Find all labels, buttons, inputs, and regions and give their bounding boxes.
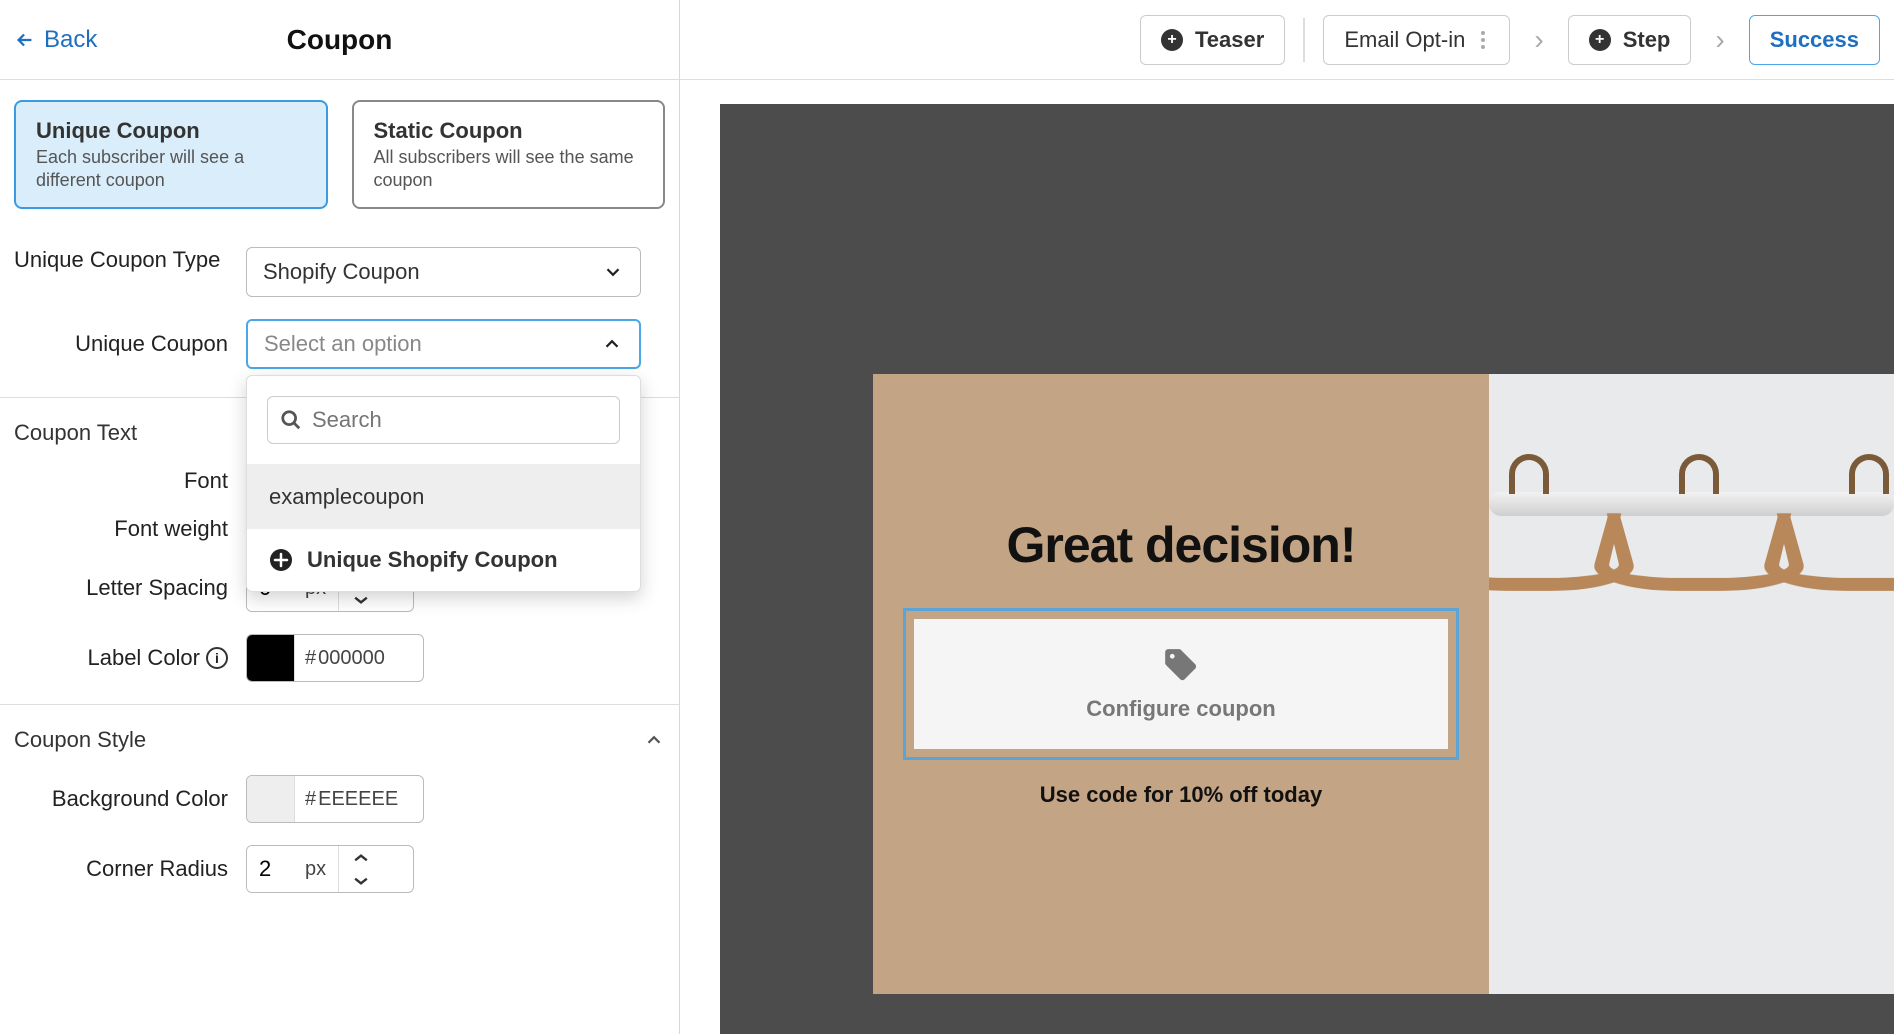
- tag-icon: [1162, 646, 1200, 684]
- label-color-input[interactable]: #000000: [246, 634, 424, 682]
- label-color-row: Label Color i #000000: [14, 634, 665, 682]
- stepper-bar: + Teaser Email Opt-in › + Step › Success: [680, 0, 1894, 80]
- corner-radius-input[interactable]: px: [246, 845, 414, 893]
- chevron-up-icon: [601, 333, 623, 355]
- unit-label: px: [299, 846, 339, 892]
- preview-image: [1489, 374, 1894, 994]
- field-label: Font weight: [14, 516, 246, 542]
- plus-circle-icon: [269, 548, 293, 572]
- step-label: Teaser: [1195, 27, 1264, 53]
- coupon-block-inner: Configure coupon: [914, 619, 1448, 749]
- unique-coupon-type-row: Unique Coupon Type Shopify Coupon: [14, 247, 665, 297]
- field-label: Label Color i: [14, 645, 246, 671]
- info-icon[interactable]: i: [206, 647, 228, 669]
- sidebar: Back Coupon Unique Coupon Each subscribe…: [0, 0, 680, 1034]
- dropdown-search[interactable]: [267, 396, 620, 444]
- back-button[interactable]: Back: [14, 26, 97, 54]
- plus-circle-icon: +: [1161, 29, 1183, 51]
- unique-coupon-card[interactable]: Unique Coupon Each subscriber will see a…: [14, 100, 328, 209]
- preview-canvas: Great decision! Configure coupon Use cod…: [720, 104, 1894, 1034]
- coupon-style-section-header[interactable]: Coupon Style: [14, 705, 665, 775]
- main: + Teaser Email Opt-in › + Step › Success: [680, 0, 1894, 1034]
- corner-radius-row: Corner Radius px: [14, 845, 665, 893]
- step-success[interactable]: Success: [1749, 15, 1880, 65]
- field-label: Unique Coupon: [14, 331, 246, 357]
- popup-headline: Great decision!: [1007, 516, 1356, 574]
- step-label: Step: [1623, 27, 1671, 53]
- option-label: examplecoupon: [269, 484, 424, 510]
- stepper-up[interactable]: [339, 846, 383, 869]
- step-teaser[interactable]: + Teaser: [1140, 15, 1285, 65]
- section-title: Coupon Text: [14, 420, 137, 446]
- plus-circle-icon: +: [1589, 29, 1611, 51]
- chevron-right-icon: ›: [1528, 24, 1549, 56]
- card-desc: Each subscriber will see a different cou…: [36, 146, 306, 191]
- card-title: Static Coupon: [374, 118, 644, 144]
- card-desc: All subscribers will see the same coupon: [374, 146, 644, 191]
- coupon-block-selected[interactable]: Configure coupon: [903, 608, 1459, 760]
- search-icon: [280, 409, 302, 431]
- arrow-left-icon: [14, 29, 36, 51]
- field-label: Background Color: [14, 786, 246, 812]
- more-icon[interactable]: [1477, 31, 1489, 49]
- color-swatch[interactable]: [247, 776, 295, 822]
- hex-value: #000000: [295, 635, 395, 681]
- step-email-optin[interactable]: Email Opt-in: [1323, 15, 1510, 65]
- bg-color-input[interactable]: #EEEEEE: [246, 775, 424, 823]
- dropdown-search-input[interactable]: [312, 407, 607, 433]
- field-label: Letter Spacing: [14, 575, 246, 601]
- dropdown-search-wrap: [247, 376, 640, 465]
- field-label: Font: [14, 468, 246, 494]
- hex-value: #EEEEEE: [295, 776, 408, 822]
- chevron-right-icon: ›: [1709, 24, 1730, 56]
- popup-subtext: Use code for 10% off today: [1040, 782, 1322, 808]
- field-label: Corner Radius: [14, 856, 246, 882]
- unique-coupon-type-select[interactable]: Shopify Coupon: [246, 247, 641, 297]
- static-coupon-card[interactable]: Static Coupon All subscribers will see t…: [352, 100, 666, 209]
- preview-popup: Great decision! Configure coupon Use cod…: [873, 374, 1489, 994]
- chevron-down-icon: [602, 261, 624, 283]
- stepper-down[interactable]: [339, 869, 383, 892]
- hanger-icon: [1769, 478, 1894, 698]
- unique-coupon-dropdown: examplecoupon Unique Shopify Coupon: [246, 375, 641, 592]
- option-label: Unique Shopify Coupon: [307, 547, 558, 573]
- label-text: Label Color: [87, 645, 200, 671]
- card-title: Unique Coupon: [36, 118, 306, 144]
- corner-radius-value[interactable]: [247, 846, 299, 892]
- dropdown-add-unique-shopify-coupon[interactable]: Unique Shopify Coupon: [247, 528, 640, 591]
- configure-coupon-label: Configure coupon: [1086, 696, 1275, 722]
- chevron-up-icon: [643, 729, 665, 751]
- field-label: Unique Coupon Type: [14, 247, 246, 273]
- step-label: Email Opt-in: [1344, 27, 1465, 53]
- step-add[interactable]: + Step: [1568, 15, 1692, 65]
- divider: [1303, 18, 1305, 62]
- bg-color-row: Background Color #EEEEEE: [14, 775, 665, 823]
- select-placeholder: Select an option: [264, 331, 422, 357]
- color-swatch[interactable]: [247, 635, 295, 681]
- unique-coupon-row: Unique Coupon Select an option exampleco…: [14, 319, 665, 369]
- back-label: Back: [44, 26, 97, 54]
- unique-coupon-select[interactable]: Select an option examplecoupon: [246, 319, 641, 369]
- step-label: Success: [1770, 27, 1859, 53]
- sidebar-header: Back Coupon: [0, 0, 679, 80]
- section-title: Coupon Style: [14, 727, 146, 753]
- page-title: Coupon: [287, 24, 393, 56]
- dropdown-option-examplecoupon[interactable]: examplecoupon: [247, 465, 640, 528]
- coupon-type-selector: Unique Coupon Each subscriber will see a…: [14, 100, 665, 209]
- select-value: Shopify Coupon: [263, 259, 420, 285]
- stepper: [339, 846, 383, 892]
- sidebar-body: Unique Coupon Each subscriber will see a…: [0, 80, 679, 935]
